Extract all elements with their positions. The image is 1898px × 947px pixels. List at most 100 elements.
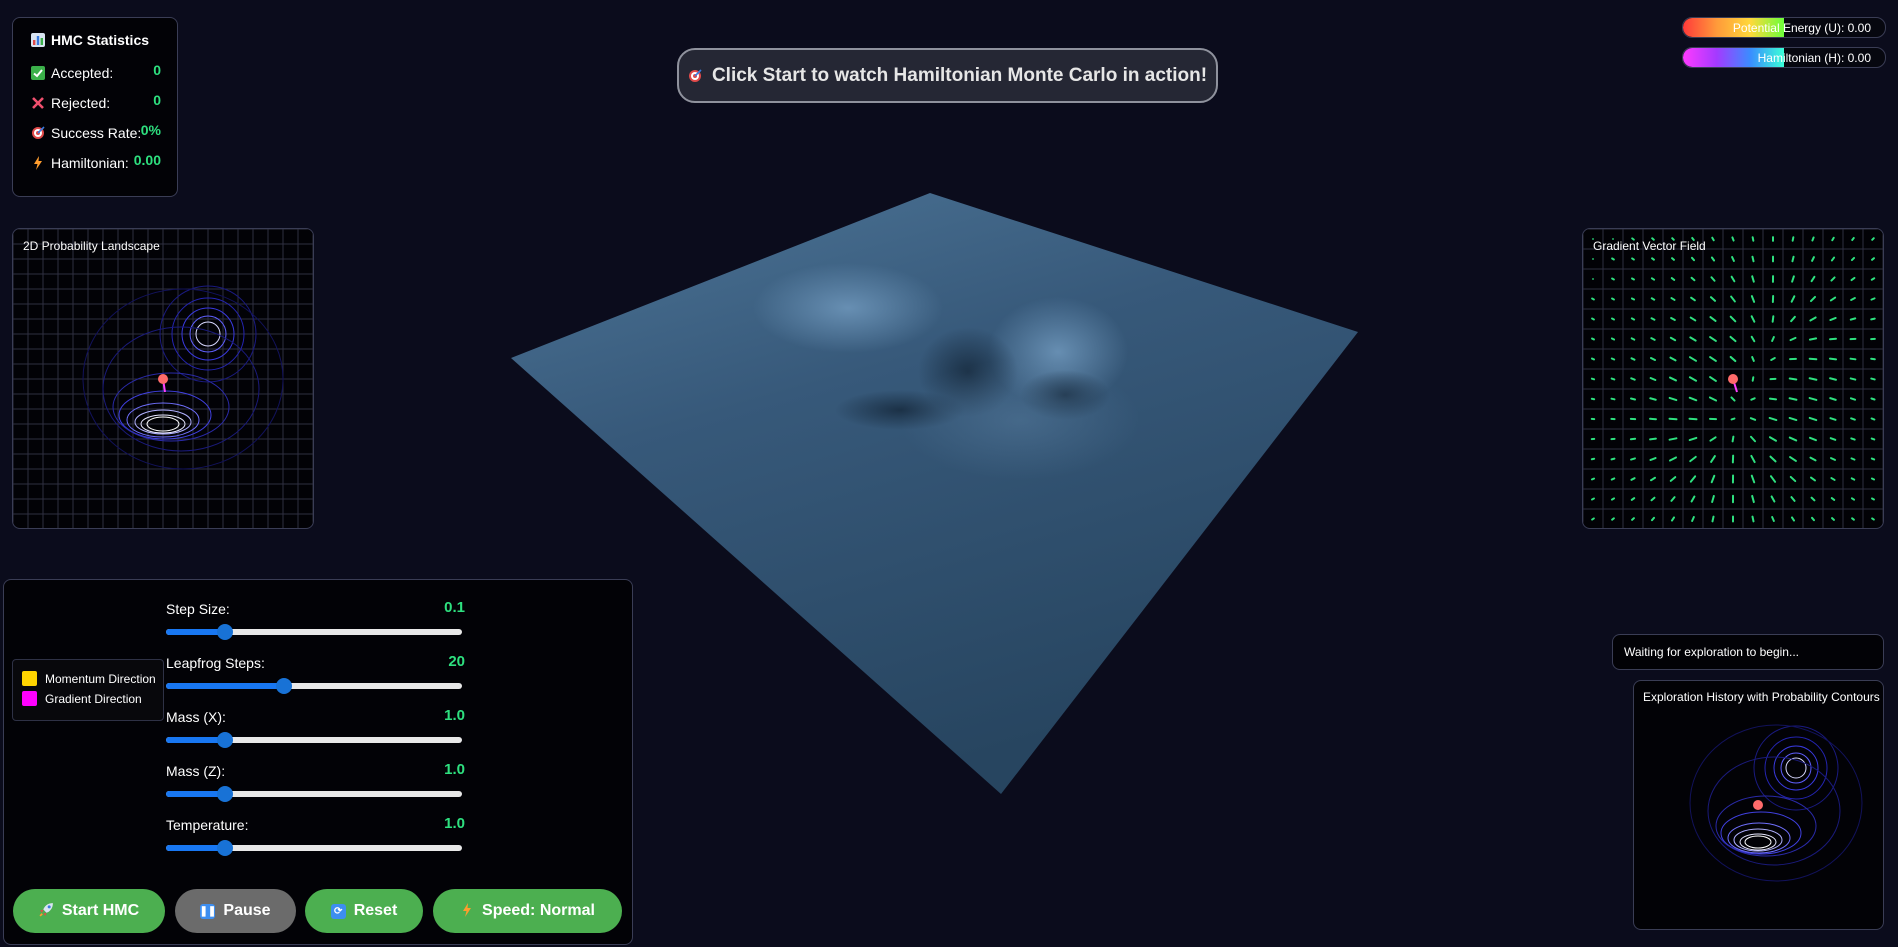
- leapfrog-steps-slider[interactable]: [166, 678, 462, 694]
- vector-arrow: [1768, 436, 1778, 442]
- vector-arrow: [1630, 317, 1636, 321]
- vector-arrow: [1650, 356, 1656, 362]
- vector-arrow: [1768, 416, 1778, 422]
- vector-arrow: [1850, 417, 1856, 421]
- vector-arrow: [1690, 296, 1696, 302]
- vector-arrow: [1770, 495, 1776, 503]
- vector-arrow: [1711, 236, 1715, 242]
- temperature-slider[interactable]: [166, 840, 462, 856]
- vector-arrow: [1750, 397, 1756, 401]
- start-hmc-button[interactable]: Start HMC: [13, 889, 165, 933]
- gradient-swatch: [22, 691, 37, 706]
- vector-arrow: [1829, 296, 1837, 302]
- rocket-icon: [39, 902, 54, 920]
- vector-arrow: [1829, 437, 1837, 441]
- gradient-title: Gradient Vector Field: [1593, 239, 1706, 253]
- vector-arrow: [1831, 517, 1835, 521]
- vector-arrow: [1870, 277, 1876, 281]
- gradient-vector-field-panel[interactable]: Gradient Vector Field: [1582, 228, 1884, 529]
- probability-landscape-panel[interactable]: 2D Probability Landscape: [12, 228, 314, 529]
- mass-x-slider[interactable]: [166, 732, 462, 748]
- vector-arrow: [1829, 316, 1837, 322]
- vector-arrow: [1671, 257, 1675, 261]
- vector-arrow: [1611, 277, 1615, 281]
- vector-arrow: [1870, 457, 1876, 461]
- vector-dot: [1592, 278, 1594, 280]
- step-size-slider[interactable]: [166, 624, 462, 640]
- refresh-icon: ⟳: [330, 903, 346, 919]
- vector-arrow: [1829, 377, 1837, 381]
- mass-z-label: Mass (Z):: [166, 763, 226, 779]
- vector-arrow: [1790, 295, 1796, 303]
- vector-arrow: [1809, 316, 1817, 322]
- vector-arrow: [1731, 256, 1735, 262]
- vector-arrow: [1709, 436, 1717, 442]
- legend-label: Gradient Direction: [45, 691, 142, 706]
- landscape-title: 2D Probability Landscape: [23, 239, 160, 253]
- vector-arrow: [1751, 494, 1755, 504]
- vector-arrow: [1670, 277, 1676, 281]
- mass-z-slider[interactable]: [166, 786, 462, 802]
- mass-x-label: Mass (X):: [166, 709, 226, 725]
- vector-arrow: [1791, 255, 1795, 263]
- vector-arrow: [1750, 335, 1756, 343]
- vector-arrow: [1829, 337, 1837, 341]
- vector-arrow: [1630, 497, 1636, 501]
- vector-arrow: [1669, 356, 1677, 362]
- leapfrog-steps-label: Leapfrog Steps:: [166, 655, 265, 671]
- vector-arrow: [1791, 236, 1795, 242]
- vector-arrow: [1630, 297, 1636, 301]
- vector-arrow: [1828, 357, 1838, 361]
- vector-arrow: [1670, 516, 1676, 522]
- vector-arrow: [1751, 236, 1755, 242]
- vector-arrow: [1650, 476, 1656, 482]
- vector-arrow: [1829, 397, 1837, 401]
- vector-arrow: [1630, 457, 1636, 461]
- pause-button[interactable]: ❚❚ Pause: [175, 889, 296, 933]
- vector-arrow: [1849, 357, 1857, 361]
- vector-arrow: [1689, 475, 1697, 483]
- vector-arrow: [1650, 297, 1656, 301]
- temperature-value: 1.0: [444, 815, 465, 832]
- vector-arrow: [1810, 496, 1816, 502]
- vector-arrow: [1849, 317, 1857, 321]
- vector-arrow: [1730, 295, 1736, 303]
- speed-label: Speed: Normal: [482, 902, 595, 919]
- vector-arrow: [1788, 397, 1798, 401]
- vector-arrow: [1730, 396, 1736, 402]
- vector-arrow: [1631, 277, 1635, 281]
- pause-label: Pause: [223, 902, 271, 919]
- vector-arrow: [1789, 336, 1797, 342]
- vector-arrow: [1808, 337, 1818, 341]
- pause-icon: ❚❚: [199, 903, 217, 919]
- reset-button[interactable]: ⟳ Reset: [305, 889, 423, 933]
- vector-arrow: [1690, 495, 1696, 503]
- vector-arrow: [1611, 257, 1615, 261]
- vector-arrow: [1669, 376, 1677, 382]
- vector-arrow: [1768, 397, 1778, 401]
- vector-arrow: [1610, 457, 1616, 461]
- vector-arrow: [1631, 517, 1635, 521]
- vector-arrow: [1710, 474, 1716, 484]
- vector-arrow: [1710, 256, 1716, 262]
- speed-button[interactable]: Speed: Normal: [433, 889, 622, 933]
- vector-arrow: [1850, 297, 1856, 301]
- vector-arrow: [1850, 477, 1856, 481]
- vector-arrow: [1830, 477, 1836, 481]
- vector-arrow: [1649, 376, 1657, 382]
- vector-arrow: [1591, 337, 1595, 341]
- vector-arrow: [1770, 357, 1776, 361]
- vector-arrow: [1711, 515, 1715, 523]
- vector-arrow: [1610, 497, 1616, 501]
- vector-arrow: [1610, 337, 1616, 341]
- vector-arrow: [1870, 477, 1876, 481]
- hmc-visualizer: HMC Statistics Accepted: 0 Rejected: 0 S…: [0, 0, 1898, 947]
- vector-arrow: [1689, 336, 1697, 342]
- vector-arrow: [1788, 416, 1798, 422]
- vector-arrow: [1870, 377, 1876, 381]
- exploration-history-panel[interactable]: Exploration History with Probability Con…: [1633, 680, 1884, 930]
- vector-arrow: [1630, 477, 1636, 481]
- vector-arrow: [1871, 517, 1875, 521]
- vector-arrow: [1690, 276, 1696, 282]
- vector-arrow: [1771, 515, 1775, 523]
